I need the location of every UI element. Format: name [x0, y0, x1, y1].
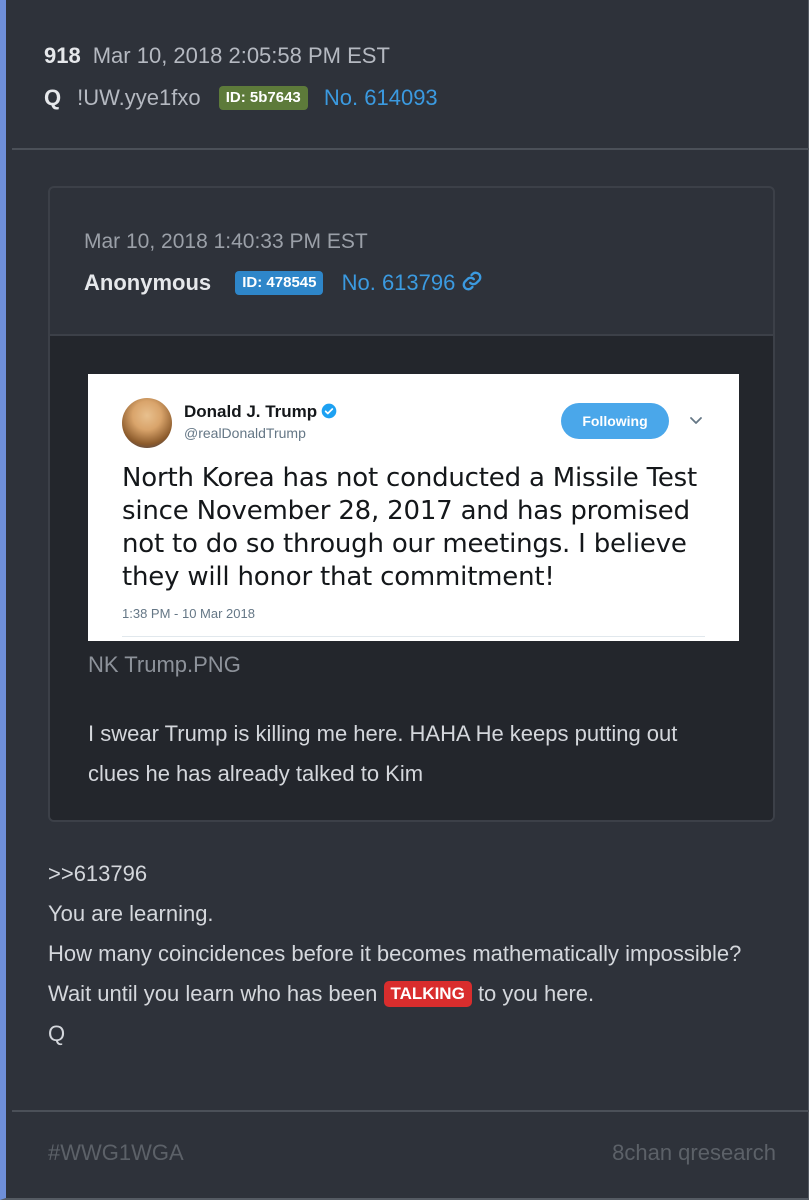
signature: Q [48, 1021, 66, 1046]
quoted-post-header: Mar 10, 2018 1:40:33 PM EST Anonymous ID… [50, 188, 773, 334]
tweet-handle: @realDonaldTrump [184, 425, 306, 441]
body-line: How many coincidences before it becomes … [48, 941, 742, 966]
tweet-author-name: Donald J. Trump [184, 402, 318, 421]
post-date: Mar 10, 2018 2:05:58 PM EST [92, 43, 390, 68]
quoted-author-name: Anonymous [84, 270, 212, 295]
body-line: You are learning. [48, 901, 214, 926]
post-meta-line: 918 Mar 10, 2018 2:05:58 PM EST [44, 40, 438, 72]
author-name: Q [44, 85, 62, 110]
tweet-timestamp: 1:38 PM - 10 Mar 2018 [122, 606, 255, 621]
body-text: to you here. [477, 981, 595, 1006]
post-author-line: Q !UW.yye1fxo ID: 5b7643 No. 614093 [44, 80, 438, 116]
verified-icon [321, 403, 337, 419]
tweet-text: North Korea has not conducted a Missile … [122, 463, 697, 592]
post-card: 918 Mar 10, 2018 2:05:58 PM EST Q !UW.yye1… [0, 0, 809, 1200]
avatar [122, 398, 172, 448]
post-header: 918 Mar 10, 2018 2:05:58 PM EST Q !UW.yye1… [44, 40, 438, 116]
tripcode: !UW.yye1fxo [77, 85, 201, 110]
hashtag: #WWG1WGA [48, 1140, 184, 1165]
tweet-image[interactable]: Donald J. Trump @realDonaldTrump Followi… [88, 374, 739, 641]
header-divider [12, 148, 809, 150]
post-number: 918 [44, 43, 81, 68]
quoted-post-date: Mar 10, 2018 1:40:33 PM EST [84, 230, 368, 253]
quoted-post-number-link[interactable]: No. 613796 [342, 270, 456, 295]
chevron-down-icon [690, 417, 702, 424]
following-button: Following [561, 403, 669, 439]
reply-reference[interactable]: >>613796 [48, 854, 778, 894]
quoted-author-line: Anonymous ID: 478545 No. 613796 [84, 268, 483, 298]
tweet-author: Donald J. Trump [184, 402, 337, 422]
image-filename[interactable]: NK Trump.PNG [88, 652, 241, 678]
footer-divider [12, 1110, 809, 1112]
talking-highlight: TALKING [383, 981, 472, 1007]
quoted-id-badge: ID: 478545 [235, 271, 324, 295]
quoted-post-body: Donald J. Trump @realDonaldTrump Followi… [50, 334, 773, 820]
quoted-post-text: I swear Trump is killing me here. HAHA H… [88, 721, 678, 786]
body-line-talking: Wait until you learn who has been TALKIN… [48, 974, 778, 1014]
post-body: >>613796 You are learning. How many coin… [48, 854, 778, 1054]
quoted-post: Mar 10, 2018 1:40:33 PM EST Anonymous ID… [48, 186, 775, 822]
tweet-divider [122, 636, 705, 637]
link-icon[interactable] [461, 270, 483, 292]
post-number-link[interactable]: No. 614093 [324, 85, 438, 110]
id-badge: ID: 5b7643 [218, 86, 308, 110]
body-text: Wait until you learn who has been [48, 981, 378, 1006]
source-label: 8chan qresearch [612, 1140, 776, 1165]
post-footer: #WWG1WGA 8chan qresearch [48, 1140, 776, 1166]
